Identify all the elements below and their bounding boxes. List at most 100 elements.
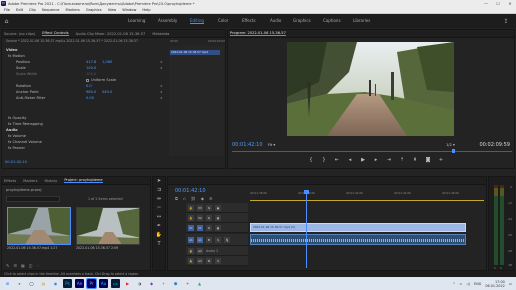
project-item-thumbnail[interactable]: [7, 207, 71, 245]
app-icon[interactable]: ▲: [195, 279, 204, 288]
media-player-icon[interactable]: ▶: [123, 279, 132, 288]
lightroom-icon[interactable]: LrC: [111, 279, 120, 288]
search-icon[interactable]: ⌕: [15, 279, 24, 288]
app-icon[interactable]: ✦: [159, 279, 168, 288]
workspace-color[interactable]: Color: [218, 18, 228, 23]
track-id-v1[interactable]: V1: [197, 224, 203, 231]
export-frame-icon[interactable]: ◙: [425, 157, 431, 163]
anchor-x-value[interactable]: 960.0: [86, 90, 96, 94]
insert-sequence-icon[interactable]: ⧉: [175, 196, 178, 201]
app-icon[interactable]: ⬢: [171, 279, 180, 288]
menu-file[interactable]: File: [4, 8, 10, 12]
solo-icon[interactable]: S: [215, 236, 221, 243]
volume-icon[interactable]: ◁): [466, 282, 470, 286]
notifications-icon[interactable]: ▭: [509, 282, 512, 286]
tab-program[interactable]: Program: 2022-01-06 15-36-57: [230, 31, 286, 36]
hand-tool-icon[interactable]: ✋: [153, 231, 165, 240]
type-tool-icon[interactable]: T: [153, 240, 165, 249]
ec-row-motion[interactable]: fx Motion: [8, 54, 25, 58]
source-patch-a1[interactable]: A1: [188, 236, 194, 243]
scale-value[interactable]: 100.0: [86, 66, 96, 70]
file-explorer-icon[interactable]: ▤: [39, 279, 48, 288]
reset-icon[interactable]: ↺: [160, 60, 170, 64]
eye-icon[interactable]: ◉: [215, 204, 221, 211]
audio-clip[interactable]: [250, 234, 466, 245]
step-back-icon[interactable]: ◂: [347, 157, 353, 163]
tab-effect-controls[interactable]: Effect Controls: [42, 31, 69, 36]
sync-lock-icon[interactable]: ⇆: [206, 204, 212, 211]
tab-history[interactable]: History: [45, 179, 58, 183]
workspace-graphics[interactable]: Graphics: [293, 18, 311, 23]
voice-over-icon[interactable]: 🎙: [224, 236, 230, 243]
share-icon[interactable]: ⇪: [502, 17, 510, 25]
mute-icon[interactable]: M: [206, 257, 212, 264]
photoshop-icon[interactable]: Ps: [63, 279, 72, 288]
menu-graphics[interactable]: Graphics: [86, 8, 102, 12]
workspace-learning[interactable]: Learning: [128, 18, 145, 23]
uniform-scale-checkbox[interactable]: [86, 78, 89, 82]
tab-audio-clip-mixer[interactable]: Audio Clip Mixer: 2022-01-06 15-36-57: [76, 32, 146, 36]
workspace-audio[interactable]: Audio: [270, 18, 281, 23]
reset-icon[interactable]: ↺: [160, 84, 170, 88]
menu-view[interactable]: View: [108, 8, 117, 12]
workspace-effects[interactable]: Effects: [242, 18, 256, 23]
timeline-ruler[interactable]: 00:01:38:00 00:01:40:00 00:01:42:00 00:0…: [250, 191, 484, 199]
task-view-icon[interactable]: ◯: [27, 279, 36, 288]
ec-row-panner[interactable]: fx Panner: [8, 146, 25, 150]
start-menu-icon[interactable]: ⊞: [3, 279, 12, 288]
snap-icon[interactable]: ∩: [183, 196, 186, 201]
workspace-captions[interactable]: Captions: [323, 18, 341, 23]
ec-clip-bar[interactable]: 2022-01-06 15-36-57.mp4: [170, 50, 220, 55]
timeline-timecode[interactable]: 00:01:42:10: [175, 188, 206, 194]
add-button-icon[interactable]: +: [438, 157, 444, 163]
eye-icon[interactable]: ◉: [215, 224, 221, 231]
lift-icon[interactable]: ⇡: [399, 157, 405, 163]
after-effects-icon[interactable]: Ae: [75, 279, 84, 288]
source-patch-v1[interactable]: V1: [188, 224, 194, 231]
mute-icon[interactable]: M: [206, 236, 212, 243]
ec-row-opacity[interactable]: fx Opacity: [8, 116, 26, 120]
ec-row-volume[interactable]: fx Volume: [8, 134, 26, 138]
track-id-v3[interactable]: V3: [197, 204, 203, 211]
go-to-in-icon[interactable]: ⇤: [334, 157, 340, 163]
browser-icon[interactable]: ◉: [51, 279, 60, 288]
play-icon[interactable]: ▶: [360, 157, 366, 163]
menu-window[interactable]: Window: [122, 8, 136, 12]
position-x-value[interactable]: 417.8: [86, 60, 96, 64]
ec-keyframe-area[interactable]: [169, 46, 225, 156]
extract-icon[interactable]: ⇞: [412, 157, 418, 163]
scale-width-value[interactable]: 100.0: [86, 72, 96, 76]
ripple-edit-icon[interactable]: ⇹: [153, 195, 165, 204]
project-item-thumbnail[interactable]: [76, 207, 140, 245]
rotation-value[interactable]: 0.0: [86, 84, 92, 88]
anchor-y-value[interactable]: 540.0: [102, 90, 112, 94]
ec-row-uniform-scale[interactable]: Uniform Scale: [86, 78, 116, 82]
zoom-fit-select[interactable]: Fit ▾: [268, 143, 275, 147]
minimize-button[interactable]: —: [480, 1, 492, 6]
eye-icon[interactable]: ◉: [215, 214, 221, 221]
icon-view-icon[interactable]: ▦: [21, 263, 25, 268]
pencil-icon[interactable]: ✎: [6, 263, 9, 268]
menu-markers[interactable]: Markers: [66, 8, 80, 12]
audition-icon[interactable]: Au: [99, 279, 108, 288]
menu-clip[interactable]: Clip: [29, 8, 36, 12]
reset-icon[interactable]: ↺: [160, 66, 170, 70]
meter-solo-right[interactable]: S: [500, 266, 502, 270]
video-clip[interactable]: 2022-01-06 15-36-57.mp4 [V]: [250, 223, 466, 232]
mark-in-icon[interactable]: {: [308, 157, 314, 163]
track-lock-icon[interactable]: 🔒: [188, 257, 194, 264]
app-icon[interactable]: ◑: [135, 279, 144, 288]
go-to-out-icon[interactable]: ⇥: [386, 157, 392, 163]
selection-tool-icon[interactable]: ➤: [153, 177, 165, 186]
linked-selection-icon[interactable]: ⛓: [191, 196, 196, 201]
menu-sequence[interactable]: Sequence: [42, 8, 60, 12]
track-lock-icon[interactable]: 🔒: [188, 214, 194, 221]
tab-markers[interactable]: Markers: [23, 179, 37, 183]
track-id-v2[interactable]: V2: [197, 214, 203, 221]
video-preview[interactable]: [287, 42, 454, 136]
list-view-icon[interactable]: ☰: [13, 263, 17, 268]
sync-lock-icon[interactable]: ⇆: [206, 224, 212, 231]
close-button[interactable]: ✕: [504, 1, 516, 6]
anti-flicker-value[interactable]: 0.00: [86, 96, 94, 100]
add-marker-icon[interactable]: ◆: [201, 196, 204, 201]
